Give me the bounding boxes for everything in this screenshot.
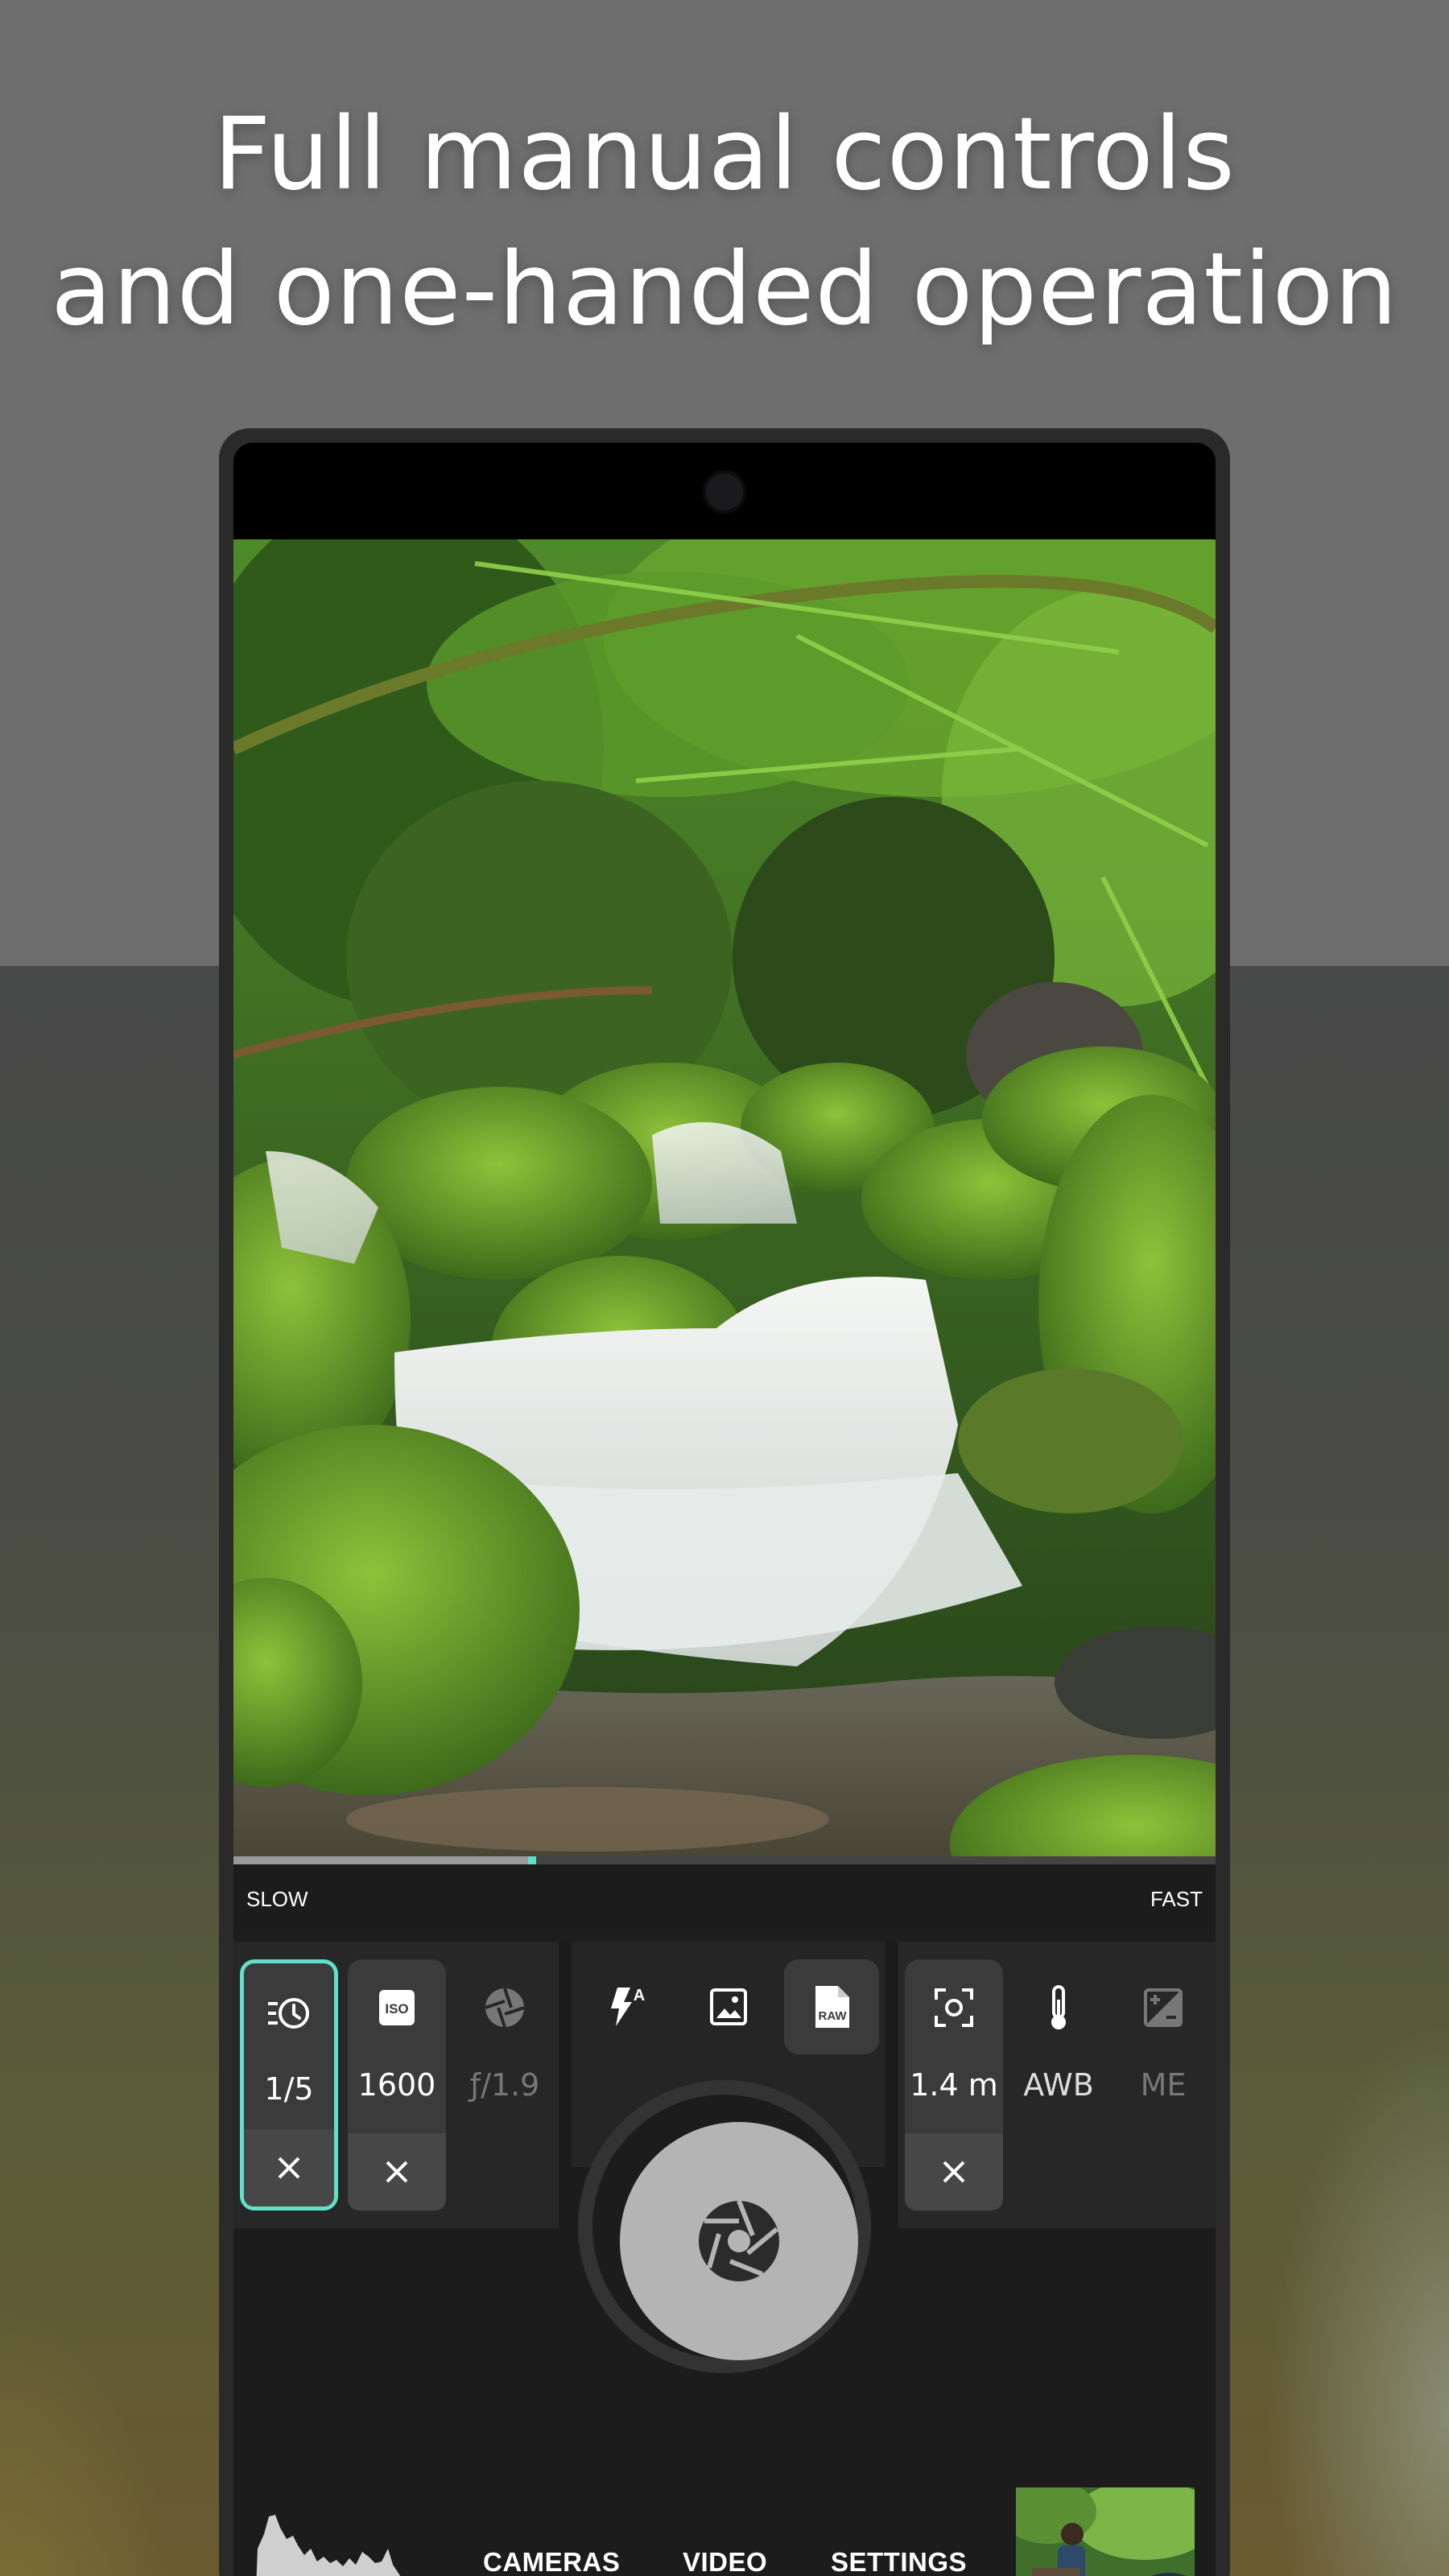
fast-label: FAST: [1150, 1887, 1203, 1911]
settings-tab[interactable]: SETTINGS: [831, 2547, 967, 2576]
video-tab[interactable]: VIDEO: [683, 2547, 767, 2576]
shutter-speed-reset-button[interactable]: [244, 2129, 334, 2207]
exposure-value: ME: [1140, 2067, 1187, 2103]
front-camera-hole: [703, 470, 746, 514]
camera-viewfinder[interactable]: [233, 539, 1216, 1856]
flash-auto-icon: A: [611, 1987, 645, 2026]
shutter-speed-control[interactable]: 1/5: [240, 1959, 338, 2211]
focus-reset-button[interactable]: [905, 2133, 1003, 2211]
focus-icon: [905, 1984, 1003, 2032]
image-format-button[interactable]: [681, 1959, 776, 2054]
speed-progress-fill: [233, 1856, 528, 1864]
headline: Full manual controls and one-handed oper…: [0, 87, 1449, 357]
iso-reset-button[interactable]: [348, 2133, 446, 2211]
slow-label: SLOW: [246, 1887, 308, 1911]
close-icon: [943, 2161, 965, 2183]
image-format-icon: [710, 1988, 747, 2025]
close-icon: [386, 2161, 408, 2183]
shutter-button-gap: [592, 2095, 858, 2360]
shutter-speed-value: 1/5: [264, 2071, 314, 2107]
focus-control[interactable]: 1.4 m: [905, 1959, 1003, 2211]
histogram: [256, 2515, 400, 2576]
white-balance-value: AWB: [1023, 2067, 1094, 2103]
speed-progress-knob[interactable]: [528, 1856, 536, 1864]
close-icon: [278, 2157, 300, 2179]
aperture-icon: [456, 1984, 554, 2032]
raw-icon-label: RAW: [819, 2009, 848, 2023]
speed-label-row: SLOW FAST: [233, 1864, 1216, 1929]
exposure-icon: [1114, 1984, 1212, 2032]
status-bar: [233, 443, 1216, 539]
phone-frame: SLOW FAST 1/5 ISO 1600 ƒ/1.9 A RAW 1.4 m…: [219, 428, 1230, 2576]
focus-panel: 1.4 m AWB ME: [898, 1942, 1216, 2228]
svg-text:A: A: [634, 1987, 645, 2004]
flash-auto-button[interactable]: A: [578, 1959, 673, 2054]
aperture-value: ƒ/1.9: [469, 2067, 540, 2103]
exposure-panel: 1/5 ISO 1600 ƒ/1.9: [233, 1942, 559, 2228]
thermometer-icon: [1009, 1984, 1108, 2032]
svg-text:ISO: ISO: [385, 2001, 408, 2017]
bottom-navigation: CAMERAS VIDEO SETTINGS: [233, 2487, 1216, 2576]
shutter-speed-icon: [244, 1988, 334, 2036]
aperture-control[interactable]: ƒ/1.9: [456, 1959, 554, 2211]
headline-line-1: Full manual controls: [213, 97, 1236, 213]
raw-button[interactable]: RAW: [784, 1959, 879, 2054]
thumbnail-image: [1016, 2487, 1195, 2576]
raw-icon: RAW: [815, 1986, 849, 2028]
headline-line-2: and one-handed operation: [51, 232, 1398, 348]
iso-icon: ISO: [348, 1984, 446, 2032]
viewfinder-scene: [233, 539, 1216, 1856]
iso-value: 1600: [357, 2067, 436, 2103]
gallery-thumbnail[interactable]: [1016, 2487, 1195, 2576]
cameras-tab[interactable]: CAMERAS: [483, 2547, 620, 2576]
iso-control[interactable]: ISO 1600: [348, 1959, 446, 2211]
shutter-button-ring: [578, 2080, 871, 2373]
shutter-button[interactable]: [620, 2122, 858, 2360]
phone-screen: SLOW FAST 1/5 ISO 1600 ƒ/1.9 A RAW 1.4 m…: [233, 443, 1216, 2576]
focus-value: 1.4 m: [910, 2067, 998, 2103]
speed-progress-track[interactable]: [233, 1856, 1216, 1864]
aperture-icon: [699, 2199, 779, 2281]
white-balance-control[interactable]: AWB: [1009, 1959, 1108, 2211]
exposure-control[interactable]: ME: [1114, 1959, 1212, 2211]
